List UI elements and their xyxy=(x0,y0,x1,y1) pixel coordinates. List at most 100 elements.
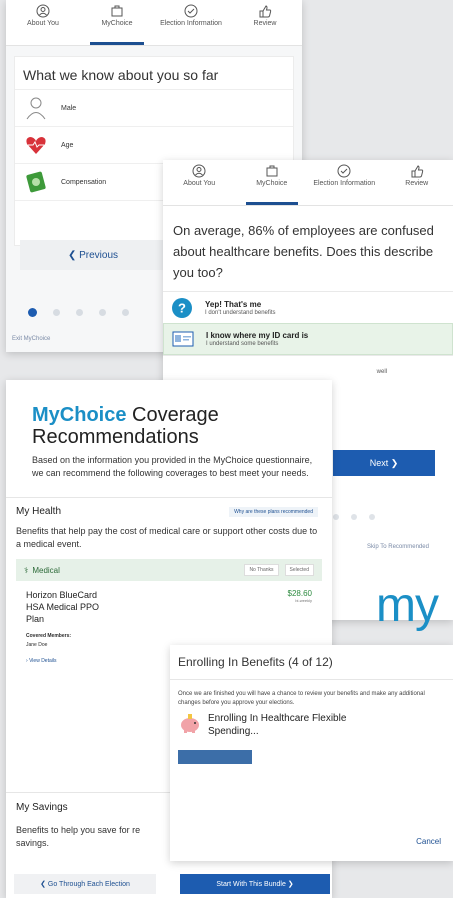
medical-label: Medical xyxy=(32,565,60,575)
tab-review[interactable]: Review xyxy=(228,0,302,45)
savings-desc-line1: Benefits to help you save for re xyxy=(16,825,141,835)
person-outline-icon xyxy=(26,97,46,120)
person-icon xyxy=(36,4,50,18)
option-title: I know where my ID card is xyxy=(206,331,309,340)
tab-label: Election Information xyxy=(313,180,376,187)
progress-dot xyxy=(333,514,339,520)
my-savings-title: My Savings xyxy=(16,802,68,813)
question-text: On average, 86% of employees are confuse… xyxy=(173,223,434,280)
plan-price-period: bi-weekly xyxy=(295,598,312,603)
plan-name-line2: HSA Medical PPO xyxy=(26,602,100,612)
tab-mychoice[interactable]: MyChoice xyxy=(236,160,309,205)
briefcase-icon xyxy=(266,165,278,177)
my-health-description: Benefits that help pay the cost of medic… xyxy=(16,526,318,549)
tab-label: Review xyxy=(405,180,429,187)
known-row-age: Age xyxy=(15,127,293,164)
known-label: Age xyxy=(61,141,74,149)
check-circle-icon xyxy=(337,164,351,178)
next-button[interactable]: Next ❯ xyxy=(333,450,435,476)
progress-dot xyxy=(122,309,129,316)
no-thanks-toggle[interactable]: No Thanks xyxy=(244,564,279,576)
tab-label: About You xyxy=(27,20,59,27)
svg-text:?: ? xyxy=(178,300,186,315)
step-tabs: About You MyChoice Election Information … xyxy=(163,160,453,206)
step-tabs: About You MyChoice Election Information … xyxy=(6,0,302,46)
why-plans-link[interactable]: Why are these plans recommended xyxy=(229,506,318,517)
plan-price: $28.60 bi-weekly xyxy=(288,589,312,603)
progress-dot xyxy=(99,309,106,316)
enrolling-note: Once we are finished you will have a cha… xyxy=(178,691,425,706)
progress-dot xyxy=(76,309,83,316)
tab-label: MyChoice xyxy=(101,20,133,27)
option-yep-thats-me[interactable]: ? Yep! That's me I don't understand bene… xyxy=(163,291,453,323)
exit-mychoice-link[interactable]: Exit MyChoice xyxy=(12,336,50,342)
title-line2: Recommendations xyxy=(32,426,199,448)
skip-to-recommended-link[interactable]: Skip To Recommended xyxy=(367,544,429,550)
tab-mychoice[interactable]: MyChoice xyxy=(80,0,154,45)
tab-label: About You xyxy=(183,180,216,187)
tab-label: MyChoice xyxy=(256,180,288,187)
option-subtitle: I don't understand benefits xyxy=(205,309,276,316)
plan-name-line1: Horizon BlueCard xyxy=(26,590,98,600)
bottom-actions: ❮ Go Through Each Election Start With Th… xyxy=(14,874,330,894)
progress-dot xyxy=(369,514,375,520)
option-subtitle: I understand some benefits xyxy=(206,341,279,347)
plan-name-line3: Plan xyxy=(26,614,45,624)
mychoice-logo: MyChoice xyxy=(32,404,127,426)
money-icon xyxy=(26,171,46,193)
medical-icon: ⚕ xyxy=(24,565,29,575)
progress-dot-active xyxy=(28,308,37,317)
tab-label: Review xyxy=(253,20,277,27)
thumbs-up-icon xyxy=(259,5,272,18)
go-through-each-election-button[interactable]: ❮ Go Through Each Election xyxy=(14,874,156,894)
cancel-button[interactable]: Cancel xyxy=(416,837,441,846)
progress-dot xyxy=(351,514,357,520)
start-with-bundle-button[interactable]: Start With This Bundle ❯ xyxy=(180,874,330,894)
progress-dots xyxy=(28,308,129,317)
id-card-icon xyxy=(172,331,194,347)
progress-dots xyxy=(333,514,375,520)
brand-wordmark-fragment: my xyxy=(376,579,439,632)
tab-review[interactable]: Review xyxy=(381,160,453,205)
option-partial-text: well xyxy=(376,369,387,375)
my-savings-header: My Savings xyxy=(6,802,82,813)
tab-election-information[interactable]: Election Information xyxy=(154,0,228,45)
recommendations-title: MyChoice Coverage Recommendations xyxy=(6,380,332,448)
recommendations-intro: Based on the information you provided in… xyxy=(32,455,313,478)
briefcase-icon xyxy=(111,5,123,17)
person-icon xyxy=(192,164,206,178)
tab-label: Election Information xyxy=(160,20,222,27)
my-savings-description: Benefits to help you save for re savings… xyxy=(6,824,152,850)
option-id-card[interactable]: I know where my ID card is I understand … xyxy=(163,323,453,355)
selected-toggle[interactable]: Selected xyxy=(284,564,314,576)
enrolling-progress-bar xyxy=(178,750,252,764)
plan-price-value: $28.60 xyxy=(287,589,312,598)
enrolling-dialog: Enrolling In Benefits (4 of 12) Once we … xyxy=(170,645,453,861)
piggy-bank-icon xyxy=(181,714,199,733)
option-title: Yep! That's me xyxy=(205,299,262,309)
known-info-heading: What we know about you so far xyxy=(15,57,293,90)
title-rest: Coverage xyxy=(126,404,219,426)
enrolling-status: Enrolling In Healthcare Flexible Spendin… xyxy=(170,708,453,738)
known-row-male: Male xyxy=(15,90,293,127)
question-icon: ? xyxy=(172,297,192,318)
view-details-label: View Details xyxy=(29,658,57,664)
enrolling-line2: Spending... xyxy=(208,726,259,737)
covered-members-label: Covered Members: xyxy=(26,633,72,639)
known-label: Compensation xyxy=(61,178,107,186)
savings-desc-line2: savings. xyxy=(16,838,50,848)
tab-about-you[interactable]: About You xyxy=(163,160,236,205)
heart-pulse-icon xyxy=(26,137,46,154)
enrolling-title: Enrolling In Benefits (4 of 12) xyxy=(170,645,453,680)
known-label: Male xyxy=(61,104,77,112)
tab-about-you[interactable]: About You xyxy=(6,0,80,45)
my-health-title: My Health xyxy=(16,506,62,517)
previous-button[interactable]: ❮ Previous xyxy=(20,240,166,270)
progress-dot xyxy=(53,309,60,316)
check-circle-icon xyxy=(184,4,198,18)
thumbs-up-icon xyxy=(411,165,423,178)
tab-election-information[interactable]: Election Information xyxy=(308,160,381,205)
medical-bar: ⚕ Medical No Thanks Selected xyxy=(16,559,322,581)
enrolling-line1: Enrolling In Healthcare Flexible xyxy=(208,713,347,724)
my-health-header: My Health Why are these plans recommende… xyxy=(6,498,332,517)
